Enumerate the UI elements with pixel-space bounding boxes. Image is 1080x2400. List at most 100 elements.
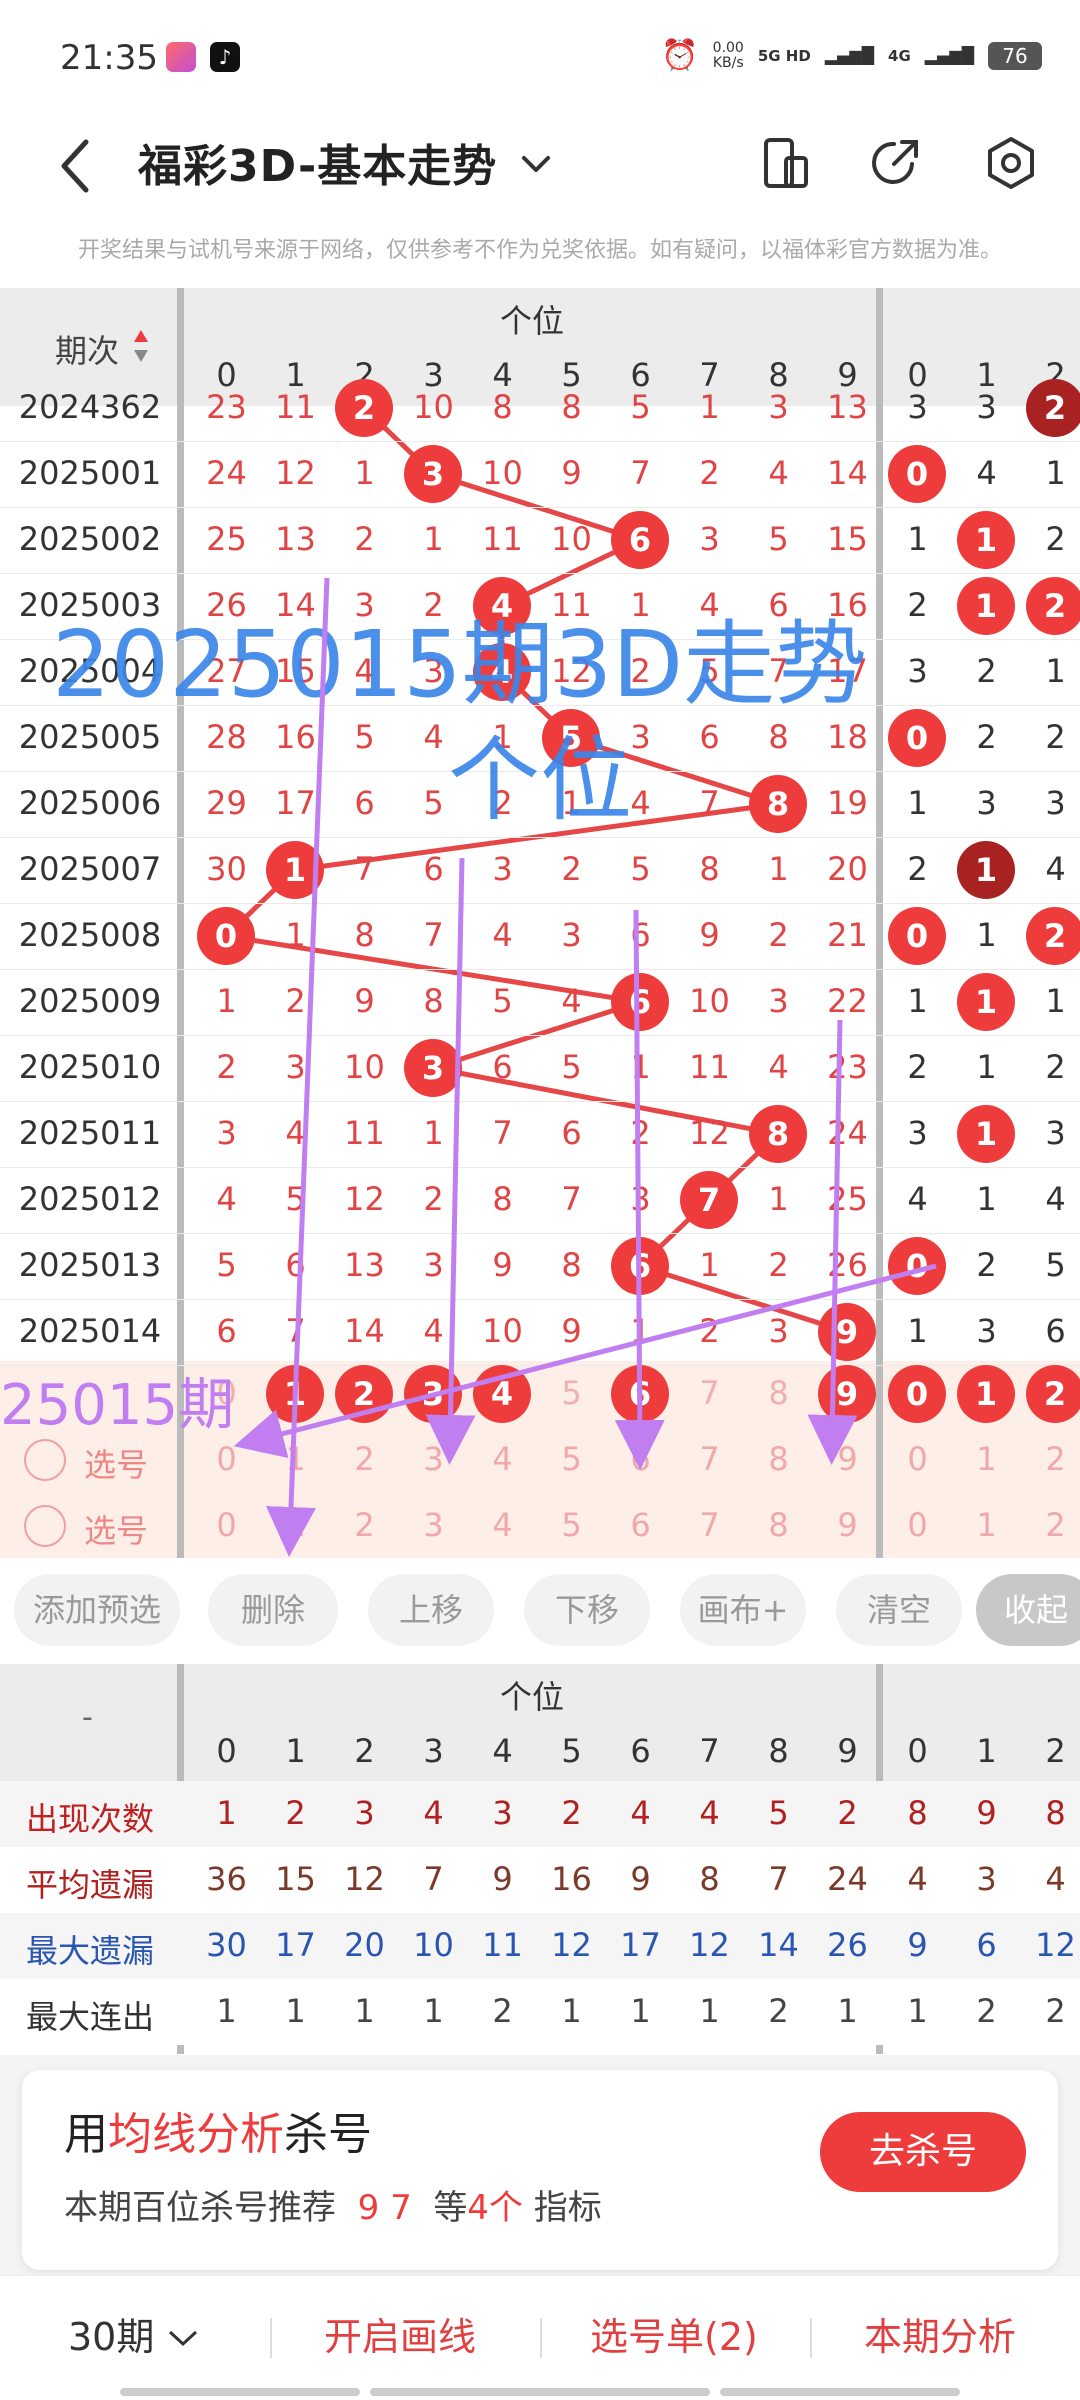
miss-cell: 4 bbox=[285, 1114, 306, 1152]
stats-cell: 10 bbox=[413, 1926, 454, 1964]
row-divider bbox=[0, 573, 1080, 574]
miss-cell: 2 bbox=[285, 982, 306, 1020]
stats-cell: 1 bbox=[630, 1992, 651, 2030]
action-button-4[interactable]: 画布+ bbox=[680, 1574, 806, 1646]
pick-cell-extra[interactable]: 2 bbox=[1021, 1440, 1080, 1478]
hit-ball: 3 bbox=[404, 1039, 462, 1097]
miss-cell: 19 bbox=[827, 784, 868, 822]
hit-ball: 8 bbox=[749, 775, 807, 833]
stats-table: - 个位 0 1 2 3 4 5 6 7 8 9 0 1 2 出现次数 1 2 3 4 3 2 4 4 5 2 8 9 8 平均遗漏 3… bbox=[0, 1664, 1080, 2054]
pick-cell[interactable]: 9 bbox=[813, 1440, 882, 1478]
battery-icon: 76 bbox=[988, 41, 1042, 70]
stats-cell: 9 bbox=[630, 1860, 651, 1898]
miss-cell: 8 bbox=[423, 982, 444, 1020]
analysis-button[interactable]: 本期分析 bbox=[864, 2306, 1016, 2361]
pick-cell[interactable]: 6 bbox=[606, 1440, 675, 1478]
action-button-0[interactable]: 添加预选 bbox=[14, 1574, 180, 1646]
row-divider bbox=[0, 969, 1080, 970]
pick-cell[interactable]: 2 bbox=[330, 1440, 399, 1478]
issue-number: 2025011 bbox=[18, 1114, 162, 1152]
pick-cell[interactable]: 6 bbox=[606, 1506, 675, 1544]
pick-cell[interactable]: 3 bbox=[399, 1440, 468, 1478]
miss-cell: 28 bbox=[206, 718, 247, 756]
stats-digit-header: 6 bbox=[630, 1732, 651, 1770]
row-divider bbox=[0, 1101, 1080, 1102]
miss-cell: 6 bbox=[699, 718, 720, 756]
miss-cell: 6 bbox=[423, 850, 444, 888]
stats-corner: - bbox=[82, 1700, 93, 1735]
pick-cell[interactable]: 0 bbox=[192, 1440, 261, 1478]
draw-line-button[interactable]: 开启画线 bbox=[324, 2306, 476, 2361]
pick-cell[interactable]: 1 bbox=[261, 1440, 330, 1478]
row-divider bbox=[0, 1233, 1080, 1234]
miss-cell: 6 bbox=[285, 1246, 306, 1284]
pick-radio[interactable] bbox=[24, 1439, 66, 1481]
card-title-post: 杀号 bbox=[284, 2109, 372, 2160]
action-button-6[interactable]: 收起 bbox=[976, 1574, 1080, 1646]
stats-label: 出现次数 bbox=[25, 1800, 154, 1838]
period-select[interactable]: 30期 bbox=[68, 2306, 200, 2361]
pick-radio[interactable] bbox=[24, 1505, 66, 1547]
miss-cell: 9 bbox=[561, 454, 582, 492]
pick-cell-extra[interactable]: 1 bbox=[952, 1506, 1021, 1544]
action-button-5[interactable]: 清空 bbox=[836, 1574, 962, 1646]
stats-cell: 1 bbox=[216, 1992, 237, 2030]
kill-number-button[interactable]: 去杀号 bbox=[820, 2112, 1026, 2192]
stats-cell-extra: 9 bbox=[907, 1926, 928, 1964]
pick-cell[interactable]: 2 bbox=[330, 1506, 399, 1544]
miss-cell: 2 bbox=[630, 1114, 651, 1152]
pick-cell[interactable]: 3 bbox=[399, 1506, 468, 1544]
pick-cell[interactable]: 5 bbox=[537, 1506, 606, 1544]
chevron-down-icon[interactable] bbox=[516, 144, 556, 184]
settings-icon[interactable] bbox=[982, 134, 1040, 192]
pick-cell[interactable]: 8 bbox=[744, 1440, 813, 1478]
stats-cell: 14 bbox=[758, 1926, 799, 1964]
issue-number: 2025007 bbox=[18, 850, 162, 888]
action-bar: 添加预选 删除 上移 下移 画布+ 清空 收起 bbox=[0, 1565, 1080, 1665]
miss-cell: 1 bbox=[285, 916, 306, 954]
pick-cell-extra[interactable]: 0 bbox=[883, 1440, 952, 1478]
stats-cell: 3 bbox=[354, 1794, 375, 1832]
row-divider bbox=[0, 1299, 1080, 1300]
extra-cell: 3 bbox=[907, 388, 928, 426]
page-title[interactable]: 福彩3D-基本走势 bbox=[138, 130, 497, 194]
pick-cell[interactable]: 8 bbox=[744, 1506, 813, 1544]
sum-ball: 3 bbox=[404, 1365, 462, 1423]
miss-cell: 1 bbox=[423, 1114, 444, 1152]
issue-number: 2025013 bbox=[18, 1246, 162, 1284]
miss-cell: 2 bbox=[699, 454, 720, 492]
issue-number: 2025012 bbox=[18, 1180, 162, 1218]
action-button-1[interactable]: 删除 bbox=[208, 1574, 338, 1646]
miss-cell: 6 bbox=[354, 784, 375, 822]
miss-cell: 2 bbox=[216, 1048, 237, 1086]
back-arrow-icon[interactable] bbox=[52, 136, 104, 196]
miss-cell: 5 bbox=[630, 388, 651, 426]
pick-list-button[interactable]: 选号单(2) bbox=[590, 2306, 758, 2361]
pick-cell[interactable]: 7 bbox=[675, 1506, 744, 1544]
overlay-issue-label: 25015期 bbox=[0, 1373, 235, 1438]
stats-cell-extra: 1 bbox=[907, 1992, 928, 2030]
action-button-3[interactable]: 下移 bbox=[524, 1574, 650, 1646]
pick-cell-extra[interactable]: 1 bbox=[952, 1440, 1021, 1478]
pick-cell[interactable]: 9 bbox=[813, 1506, 882, 1544]
stats-cell: 12 bbox=[344, 1860, 385, 1898]
action-button-2[interactable]: 上移 bbox=[368, 1574, 494, 1646]
miss-cell: 7 bbox=[354, 850, 375, 888]
miss-cell: 5 bbox=[561, 1048, 582, 1086]
miss-cell: 3 bbox=[768, 388, 789, 426]
hit-ball-extra: 0 bbox=[888, 709, 946, 767]
phone-layout-icon[interactable] bbox=[756, 134, 814, 192]
pick-cell[interactable]: 1 bbox=[261, 1506, 330, 1544]
pick-cell[interactable]: 7 bbox=[675, 1440, 744, 1478]
miss-cell: 4 bbox=[492, 916, 513, 954]
pick-cell[interactable]: 4 bbox=[468, 1440, 537, 1478]
pick-cell[interactable]: 5 bbox=[537, 1440, 606, 1478]
pick-cell-extra[interactable]: 2 bbox=[1021, 1506, 1080, 1544]
miss-cell: 2 bbox=[423, 1180, 444, 1218]
disclaimer-text: 开奖结果与试机号来源于网络，仅供参考不作为兑奖依据。如有疑问，以福体彩官方数据为… bbox=[77, 238, 1002, 263]
pick-cell[interactable]: 0 bbox=[192, 1506, 261, 1544]
pick-cell[interactable]: 4 bbox=[468, 1506, 537, 1544]
hit-ball: 6 bbox=[611, 1237, 669, 1295]
share-icon[interactable] bbox=[866, 134, 924, 192]
pick-cell-extra[interactable]: 0 bbox=[883, 1506, 952, 1544]
